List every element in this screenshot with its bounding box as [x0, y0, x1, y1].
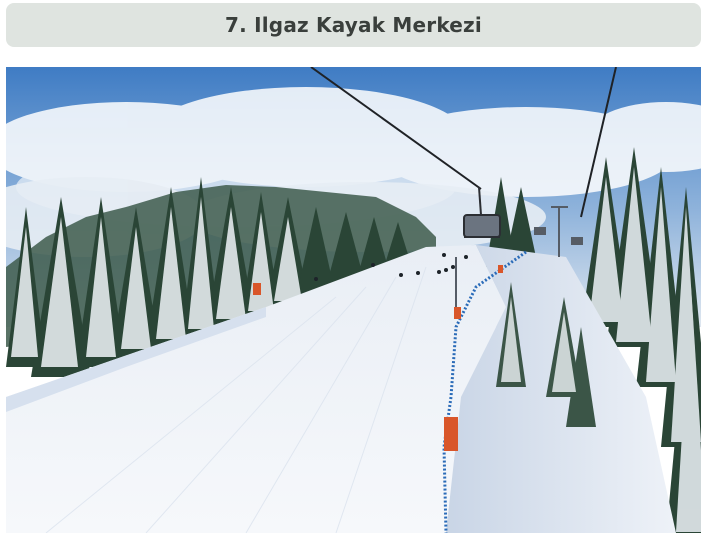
pole-marker [444, 417, 458, 451]
pole-marker [253, 283, 261, 295]
section-heading-title: 7. Ilgaz Kayak Merkezi [225, 13, 482, 37]
ski-resort-photo [6, 67, 701, 533]
pole-marker [454, 307, 461, 319]
pole-marker [498, 265, 503, 273]
section-heading-bar: 7. Ilgaz Kayak Merkezi [6, 3, 701, 47]
